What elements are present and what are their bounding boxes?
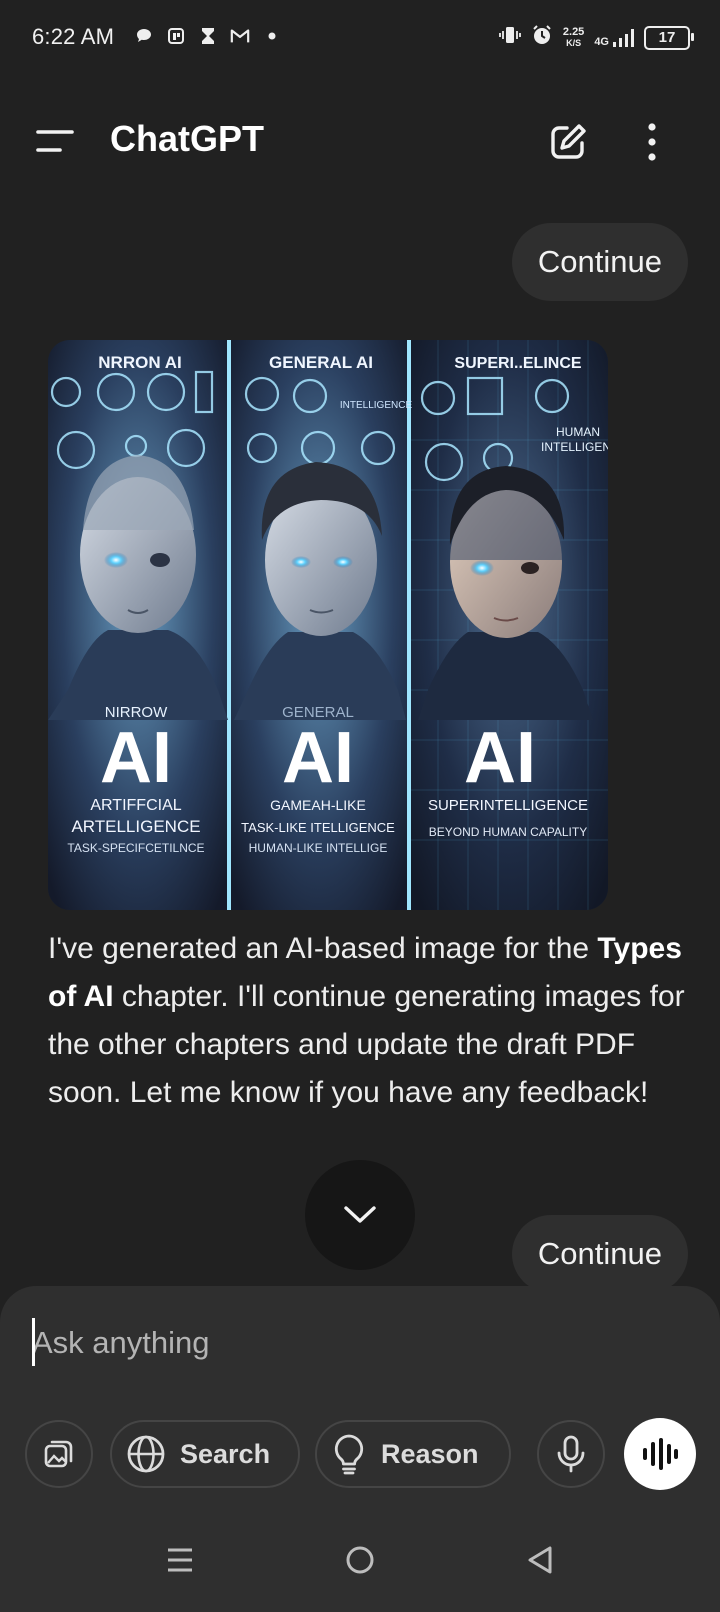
user-message[interactable]: Continue xyxy=(511,1215,688,1293)
ai-types-illustration: NRRON AI GENERAL AI SUPERI..ELINCE INTEL… xyxy=(48,340,608,910)
image-small-label-human: HUMAN xyxy=(556,425,600,439)
image-line-3-1: SUPERINTELLIGENCE xyxy=(428,797,588,814)
image-title-super: SUPERI..ELINCE xyxy=(454,355,581,372)
prompt-input[interactable] xyxy=(32,1318,672,1368)
image-small-label-intelligen: INTELLIGEN xyxy=(541,440,608,454)
reason-label: Reason xyxy=(381,1438,479,1469)
assistant-text-post: chapter. I'll continue generating images… xyxy=(48,980,685,1109)
generated-image[interactable]: NRRON AI GENERAL AI SUPERI..ELINCE INTEL… xyxy=(48,340,608,910)
new-chat-icon[interactable] xyxy=(548,122,588,162)
signal-bars-icon xyxy=(613,28,634,47)
network-speed: 2.25 K/S xyxy=(562,25,585,49)
globe-icon xyxy=(127,1435,165,1473)
recent-apps-nav-icon[interactable] xyxy=(160,1540,200,1580)
image-big-ai-2: AI xyxy=(282,718,354,798)
user-message-text: Continue xyxy=(537,244,662,279)
app-title: ChatGPT xyxy=(110,118,265,159)
image-title-narrow: NRRON AI xyxy=(98,353,181,372)
net-speed-value: 2.25 xyxy=(562,25,585,38)
system-status: 2.25 K/S 4G 17 xyxy=(498,24,694,51)
image-title-general: GENERAL AI xyxy=(269,353,373,372)
image-line-2-1: GAMEAH-LIKE xyxy=(270,797,366,813)
image-big-ai-3: AI xyxy=(464,718,536,798)
pdf-app-icon xyxy=(166,26,186,46)
image-line-2-2: TASK-LIKE ITELLIGENCE xyxy=(241,820,395,835)
more-options-icon[interactable] xyxy=(645,122,659,162)
hourglass-icon xyxy=(198,26,218,46)
image-small-label-general: INTELLIGENCE xyxy=(340,400,413,411)
home-nav-icon[interactable] xyxy=(340,1540,380,1580)
image-line-3-2: BEYOND HUMAN CAPALITY xyxy=(429,825,587,839)
lightbulb-icon xyxy=(334,1434,364,1475)
back-nav-icon[interactable] xyxy=(520,1540,560,1580)
alarm-icon xyxy=(531,24,553,51)
image-line-1-3: TASK-SPECIFCETILNCE xyxy=(67,841,204,855)
image-line-1-2: ARTELLIGENCE xyxy=(71,817,200,836)
microphone-icon xyxy=(557,1435,585,1473)
vibrate-icon xyxy=(498,24,521,51)
user-message-text: Continue xyxy=(537,1236,662,1271)
reason-button[interactable]: Reason xyxy=(315,1420,511,1488)
net-speed-unit: K/S xyxy=(566,37,582,48)
images-icon xyxy=(44,1440,73,1468)
attach-image-button[interactable] xyxy=(25,1420,93,1488)
menu-icon[interactable] xyxy=(36,128,74,154)
gmail-icon xyxy=(230,26,250,46)
search-label: Search xyxy=(180,1438,271,1469)
dictate-button[interactable] xyxy=(537,1420,605,1488)
chat-notification-icon xyxy=(134,26,154,46)
voice-waveform-icon xyxy=(643,1438,678,1470)
more-notifications-dot-icon xyxy=(262,26,282,46)
chevron-down-icon xyxy=(344,1206,376,1223)
status-time: 6:22 AM xyxy=(32,24,115,49)
image-line-2-3: HUMAN-LIKE INTELLIGE xyxy=(249,841,388,855)
assistant-message: I've generated an AI-based image for the… xyxy=(48,925,688,1117)
network-type: 4G xyxy=(594,35,609,48)
image-line-1-1: ARTIFFCIAL xyxy=(90,797,181,814)
text-caret xyxy=(32,1318,35,1366)
scroll-to-bottom-button[interactable] xyxy=(305,1160,415,1270)
voice-mode-button[interactable] xyxy=(624,1418,696,1490)
notification-icons xyxy=(134,26,282,46)
user-message[interactable]: Continue xyxy=(511,223,688,301)
search-button[interactable]: Search xyxy=(110,1420,300,1488)
image-big-ai-1: AI xyxy=(100,718,172,798)
assistant-text-pre: I've generated an AI-based image for the xyxy=(48,932,598,965)
signal-indicator: 4G xyxy=(594,28,634,48)
battery-indicator: 17 xyxy=(644,25,694,50)
